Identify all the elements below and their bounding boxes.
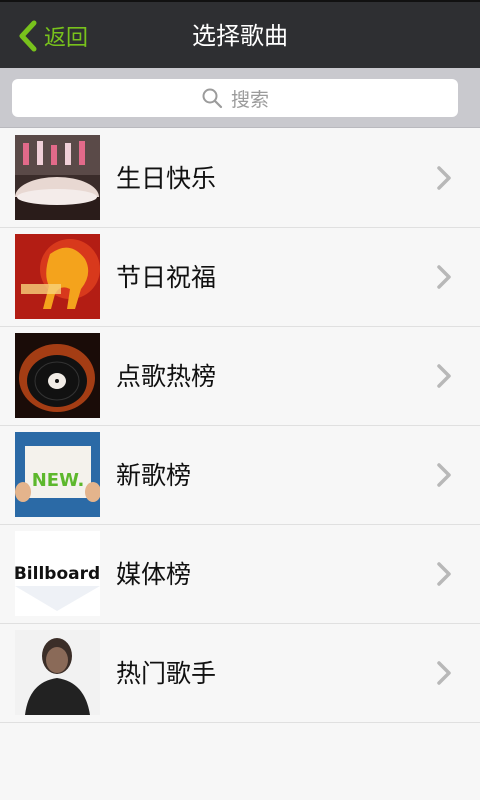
list-item-media-chart[interactable]: Billboard 媒体榜 bbox=[0, 525, 480, 624]
new-sign-thumbnail: NEW. bbox=[15, 432, 100, 517]
list-item-label: 生日快乐 bbox=[116, 164, 217, 193]
chevron-right-icon bbox=[437, 265, 451, 289]
chevron-right-icon bbox=[437, 661, 451, 685]
list-item-hot-singers[interactable]: 热门歌手 bbox=[0, 624, 480, 723]
chevron-right-icon bbox=[437, 463, 451, 487]
birthday-cake-thumbnail bbox=[15, 135, 100, 220]
list-item-hot-requests[interactable]: 点歌热榜 bbox=[0, 327, 480, 426]
search-bar: 搜索 bbox=[0, 68, 480, 128]
singer-thumbnail bbox=[15, 630, 100, 715]
search-icon bbox=[202, 88, 223, 109]
list-item-label: 新歌榜 bbox=[116, 461, 192, 490]
category-list: 生日快乐 节日祝福 点歌热榜 NEW. 新歌榜 Billboard 媒体榜 热门… bbox=[0, 129, 480, 723]
chevron-right-icon bbox=[437, 364, 451, 388]
vinyl-record-thumbnail bbox=[15, 333, 100, 418]
list-item-label: 点歌热榜 bbox=[116, 362, 217, 391]
list-item-birthday[interactable]: 生日快乐 bbox=[0, 129, 480, 228]
search-placeholder: 搜索 bbox=[230, 88, 269, 111]
chevron-right-icon bbox=[437, 562, 451, 586]
list-item-label: 媒体榜 bbox=[116, 560, 192, 589]
top-bar: 返回 选择歌曲 bbox=[0, 0, 480, 68]
search-input[interactable]: 搜索 bbox=[12, 79, 458, 117]
list-item-label: 热门歌手 bbox=[116, 659, 217, 688]
list-item-holiday[interactable]: 节日祝福 bbox=[0, 228, 480, 327]
new-year-thumbnail bbox=[15, 234, 100, 319]
page-title: 选择歌曲 bbox=[192, 22, 288, 50]
list-item-new-songs[interactable]: NEW. 新歌榜 bbox=[0, 426, 480, 525]
chevron-right-icon bbox=[437, 166, 451, 190]
list-item-label: 节日祝福 bbox=[116, 263, 217, 292]
svg-text:NEW.: NEW. bbox=[32, 470, 85, 491]
billboard-thumbnail: Billboard bbox=[15, 531, 100, 616]
billboard-logo-text: Billboard bbox=[15, 564, 100, 584]
